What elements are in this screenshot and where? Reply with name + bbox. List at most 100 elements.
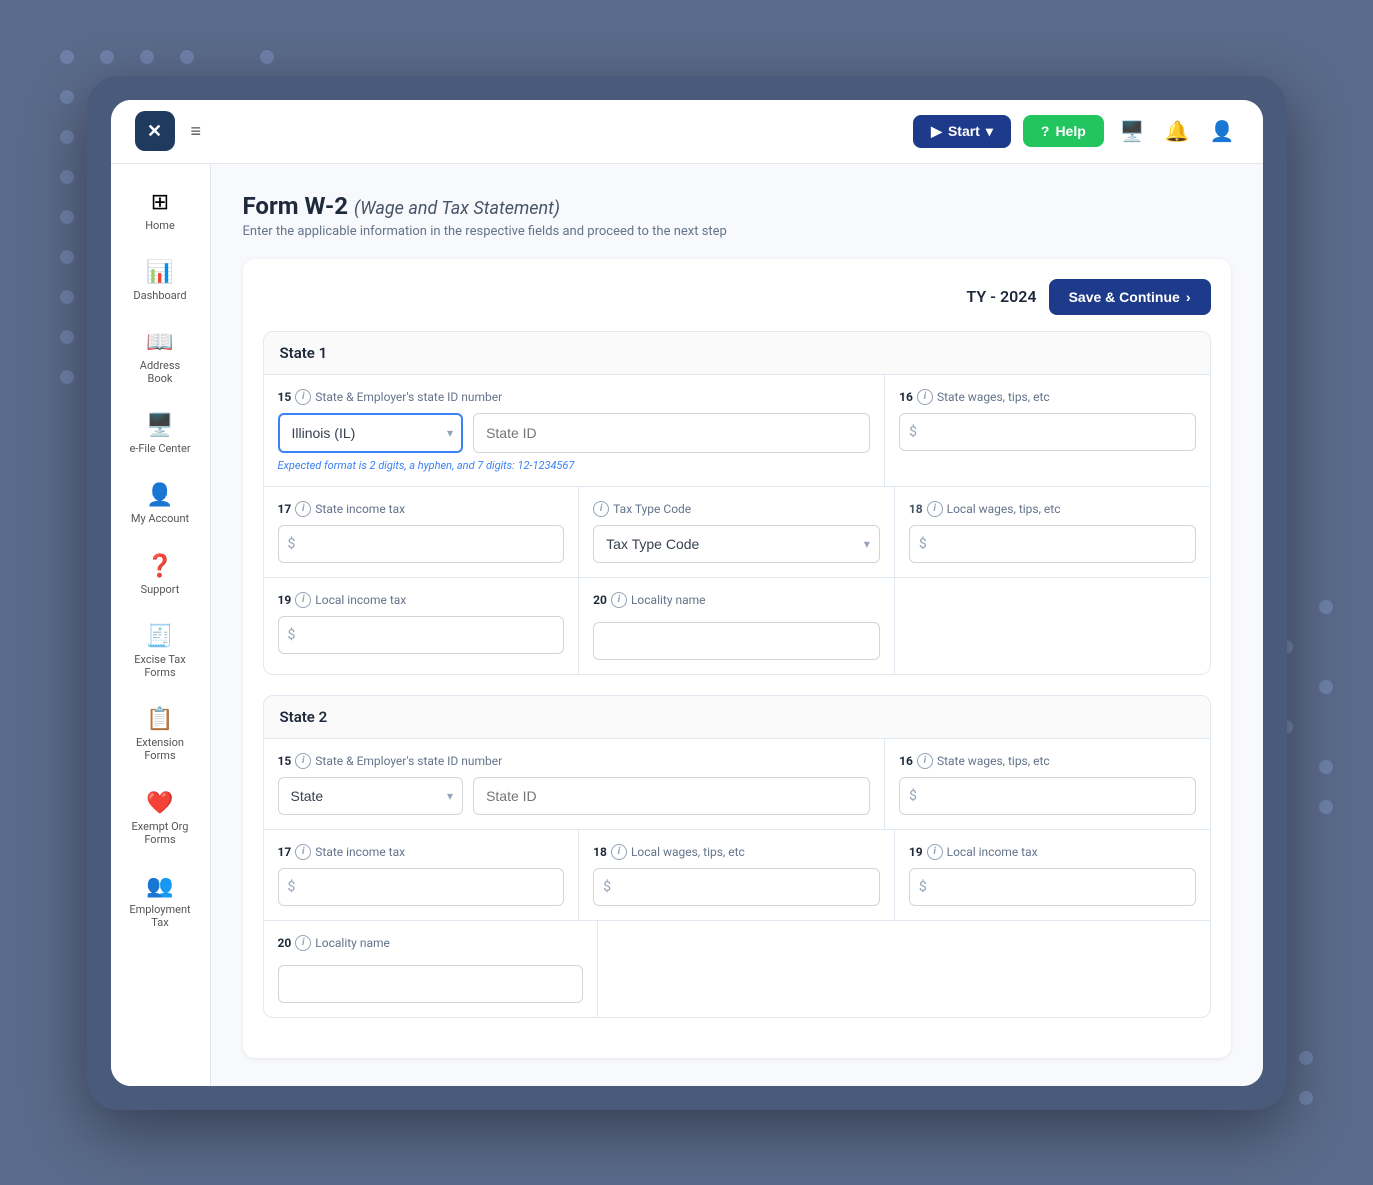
- state1-tax-type-select[interactable]: Tax Type Code: [593, 525, 880, 563]
- hamburger-menu[interactable]: ≡: [191, 121, 202, 142]
- dollar-sign-icon: $: [909, 424, 917, 440]
- state1-box17-input[interactable]: [278, 525, 565, 563]
- box20-state2-label: 20 i Locality name: [278, 935, 584, 951]
- sidebar-item-extension[interactable]: 📋 Extension Forms: [120, 697, 200, 772]
- state2-empty-area: [598, 921, 1209, 1017]
- form-card: TY - 2024 Save & Continue › State 1: [243, 259, 1231, 1058]
- state1-box16-input[interactable]: [899, 413, 1195, 451]
- box19-state2: 19 i Local income tax $: [895, 830, 1210, 920]
- logo-button[interactable]: ✕: [135, 111, 175, 151]
- state-employer-fields: Illinois (IL) ▾: [278, 413, 871, 453]
- state2-box19-input[interactable]: [909, 868, 1196, 906]
- box17-state2: 17 i State income tax $: [264, 830, 580, 920]
- sidebar-item-label: Home: [145, 219, 175, 232]
- box17-label: 17 i State income tax: [278, 501, 565, 517]
- start-button[interactable]: ▶ Start ▾: [913, 115, 1011, 148]
- dollar-sign-icon: $: [288, 536, 296, 552]
- box16-info-icon[interactable]: i: [917, 389, 933, 405]
- box18-state2: 18 i Local wages, tips, etc $: [579, 830, 895, 920]
- sidebar-item-address-book[interactable]: 📖 Address Book: [120, 320, 200, 395]
- exempt-org-icon: ❤️: [146, 791, 173, 816]
- notification-button[interactable]: 🔔: [1161, 115, 1194, 148]
- sidebar-item-label: My Account: [131, 512, 189, 525]
- state1-state-select[interactable]: Illinois (IL): [278, 413, 464, 453]
- sidebar-item-label: Dashboard: [133, 289, 186, 302]
- form-header: TY - 2024 Save & Continue ›: [263, 279, 1211, 315]
- box19-info-icon[interactable]: i: [295, 592, 311, 608]
- sidebar-item-exempt-org[interactable]: ❤️ Exempt Org Forms: [120, 781, 200, 856]
- box19-label: 19 i Local income tax: [278, 592, 565, 608]
- sidebar-item-label: Address Book: [128, 359, 192, 385]
- sidebar-item-label: Exempt Org Forms: [128, 820, 192, 846]
- extension-icon: 📋: [146, 707, 173, 732]
- box20-label: 20 i Locality name: [593, 592, 880, 608]
- dollar-sign-icon: $: [919, 879, 927, 895]
- state1-box19-input[interactable]: [278, 616, 565, 654]
- state2-box17-input[interactable]: [278, 868, 565, 906]
- app-card: ✕ ≡ ▶ Start ▾ ? Help 🖥️ 🔔 👤: [87, 76, 1287, 1110]
- dollar-sign-icon: $: [603, 879, 611, 895]
- screen-share-button[interactable]: 🖥️: [1116, 115, 1149, 148]
- box15-state2-label: 15 i State & Employer's state ID number: [278, 753, 871, 769]
- sidebar-item-support[interactable]: ❓ Support: [120, 544, 200, 606]
- sidebar-item-my-account[interactable]: 👤 My Account: [120, 473, 200, 535]
- address-book-icon: 📖: [146, 330, 173, 355]
- box20-info-icon[interactable]: i: [611, 592, 627, 608]
- state2-id-input[interactable]: [473, 777, 870, 815]
- state2-header: State 2: [264, 696, 1210, 739]
- sidebar-item-label: Employment Tax: [128, 903, 192, 929]
- excise-tax-icon: 🧾: [146, 624, 173, 649]
- box16-state2-info-icon[interactable]: i: [917, 753, 933, 769]
- box15-label: 15 i State & Employer's state ID number: [278, 389, 871, 405]
- box20-state2-info-icon[interactable]: i: [295, 935, 311, 951]
- box18-state2-label: 18 i Local wages, tips, etc: [593, 844, 880, 860]
- sidebar: ⊞ Home 📊 Dashboard 📖 Address Book 🖥️ e-F…: [111, 164, 211, 1086]
- page-title: Form W-2 (Wage and Tax Statement): [243, 192, 1231, 220]
- sidebar-item-home[interactable]: ⊞ Home: [120, 180, 200, 242]
- state1-box20-input[interactable]: [593, 622, 880, 660]
- help-button[interactable]: ? Help: [1023, 115, 1104, 147]
- state2-box16-input[interactable]: [899, 777, 1195, 815]
- sidebar-item-label: e-File Center: [129, 442, 190, 455]
- box17-state2-label: 17 i State income tax: [278, 844, 565, 860]
- dollar-sign-icon: $: [288, 879, 296, 895]
- box18-info-icon[interactable]: i: [593, 501, 609, 517]
- box15-info-icon[interactable]: i: [295, 389, 311, 405]
- user-profile-button[interactable]: 👤: [1206, 115, 1239, 148]
- box16-state2-input-wrapper: $: [899, 777, 1195, 815]
- dropdown-arrow-icon: ▾: [986, 123, 993, 140]
- box18-tax-type-state1: i Tax Type Code Tax Type Code ▾: [579, 487, 895, 577]
- box17-info-icon[interactable]: i: [295, 501, 311, 517]
- dashboard-icon: 📊: [146, 260, 173, 285]
- box17-state2-info-icon[interactable]: i: [295, 844, 311, 860]
- sidebar-item-label: Support: [141, 583, 180, 596]
- sidebar-item-employment-tax[interactable]: 👥 Employment Tax: [120, 864, 200, 939]
- box18b-label: 18 i Local wages, tips, etc: [909, 501, 1196, 517]
- sidebar-item-dashboard[interactable]: 📊 Dashboard: [120, 250, 200, 312]
- state1-box18b-input[interactable]: [909, 525, 1196, 563]
- sidebar-item-efile-center[interactable]: 🖥️ e-File Center: [120, 403, 200, 465]
- state2-row3: 20 i Locality name: [264, 921, 1210, 1017]
- box18b-info-icon[interactable]: i: [927, 501, 943, 517]
- box15-state2: 15 i State & Employer's state ID number …: [264, 739, 886, 829]
- box18-state2-info-icon[interactable]: i: [611, 844, 627, 860]
- help-circle-icon: ?: [1041, 123, 1050, 139]
- employment-tax-icon: 👥: [146, 874, 173, 899]
- content-wrapper: ⊞ Home 📊 Dashboard 📖 Address Book 🖥️ e-F…: [111, 164, 1263, 1086]
- state2-box18-input[interactable]: [593, 868, 880, 906]
- box18-state2-input-wrapper: $: [593, 868, 880, 906]
- state2-section: State 2 15 i State & Employer's state ID…: [263, 695, 1211, 1018]
- state1-id-input[interactable]: [473, 413, 870, 453]
- dollar-sign-icon: $: [288, 627, 296, 643]
- box19-state2-info-icon[interactable]: i: [927, 844, 943, 860]
- box18b-input-wrapper: $: [909, 525, 1196, 563]
- state1-empty-col: [895, 578, 1210, 674]
- state2-state-select[interactable]: State: [278, 777, 464, 815]
- box17-input-wrapper: $: [278, 525, 565, 563]
- sidebar-item-excise-tax[interactable]: 🧾 Excise Tax Forms: [120, 614, 200, 689]
- save-continue-button[interactable]: Save & Continue ›: [1049, 279, 1211, 315]
- box15-state2-info-icon[interactable]: i: [295, 753, 311, 769]
- tax-type-select-wrapper: Tax Type Code ▾: [593, 525, 880, 563]
- state1-state-select-wrapper: Illinois (IL) ▾: [278, 413, 464, 453]
- state2-box20-input[interactable]: [278, 965, 584, 1003]
